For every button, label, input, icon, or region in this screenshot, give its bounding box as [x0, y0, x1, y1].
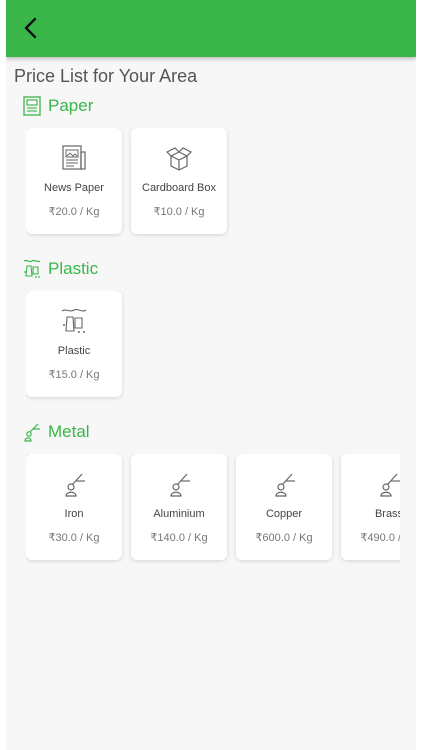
- price-list-screen: Price List for Your Area Paper News Pape…: [6, 0, 416, 750]
- plastic-bag-icon: [61, 308, 87, 333]
- cardboard-box-icon: [165, 147, 193, 171]
- item-name: Plastic: [57, 345, 91, 357]
- item-price: ₹140.0 / Kg: [150, 532, 208, 544]
- item-card-copper[interactable]: Copper ₹600.0 / Kg: [236, 454, 332, 560]
- back-arrow-icon[interactable]: [20, 16, 42, 40]
- item-card-plastic[interactable]: Plastic ₹15.0 / Kg: [26, 291, 122, 397]
- item-price: ₹30.0 / Kg: [48, 532, 100, 544]
- metal-ore-icon: [170, 473, 190, 497]
- item-price: ₹600.0 / Kg: [255, 532, 313, 544]
- item-card-aluminium[interactable]: Aluminium ₹140.0 / Kg: [131, 454, 227, 560]
- section-title: Plastic: [48, 259, 99, 278]
- item-name: Cardboard Box: [142, 182, 216, 194]
- section-title: Metal: [48, 422, 90, 441]
- items-row: Iron ₹30.0 / Kg Aluminium ₹140.0 / Kg Co…: [26, 454, 400, 566]
- item-price: ₹10.0 / Kg: [153, 206, 205, 218]
- newspaper-icon: [62, 145, 86, 170]
- item-name: Aluminium: [153, 508, 205, 520]
- metal-ore-icon: [380, 473, 400, 497]
- item-name: Iron: [64, 508, 84, 520]
- item-name: News Paper: [44, 182, 104, 194]
- item-price: ₹20.0 / Kg: [48, 206, 100, 218]
- items-row: News Paper ₹20.0 / Kg Cardboard Box ₹10.…: [26, 128, 400, 240]
- item-name: Copper: [265, 508, 303, 520]
- item-card-iron[interactable]: Iron ₹30.0 / Kg: [26, 454, 122, 560]
- page-title: Price List for Your Area: [14, 66, 198, 86]
- section-header: Metal: [22, 420, 90, 444]
- item-name: Brass: [374, 508, 400, 520]
- section-paper: Paper News Paper ₹20.0 / Kg Cardboard Bo…: [6, 94, 416, 244]
- section-header: Paper: [22, 94, 93, 118]
- metal-ore-icon: [65, 473, 85, 497]
- section-plastic: Plastic Plastic ₹15.0 / Kg: [6, 257, 416, 407]
- items-row: Plastic ₹15.0 / Kg: [26, 291, 400, 403]
- item-card-brass[interactable]: Brass ₹490.0 / Kg: [341, 454, 400, 560]
- section-header: Plastic: [22, 257, 98, 281]
- item-card-news-paper[interactable]: News Paper ₹20.0 / Kg: [26, 128, 122, 234]
- section-metal: Metal Iron ₹30.0 / Kg Aluminium ₹140.0 /…: [6, 420, 416, 570]
- item-price: ₹490.0 / Kg: [360, 532, 400, 544]
- item-card-cardboard-box[interactable]: Cardboard Box ₹10.0 / Kg: [131, 128, 227, 234]
- app-bar: [6, 0, 416, 57]
- section-title: Paper: [48, 96, 94, 115]
- item-price: ₹15.0 / Kg: [48, 369, 100, 381]
- metal-ore-icon: [275, 473, 295, 497]
- plastic-icon: [23, 259, 41, 278]
- paper-icon: [23, 96, 41, 116]
- metal-icon: [24, 423, 40, 442]
